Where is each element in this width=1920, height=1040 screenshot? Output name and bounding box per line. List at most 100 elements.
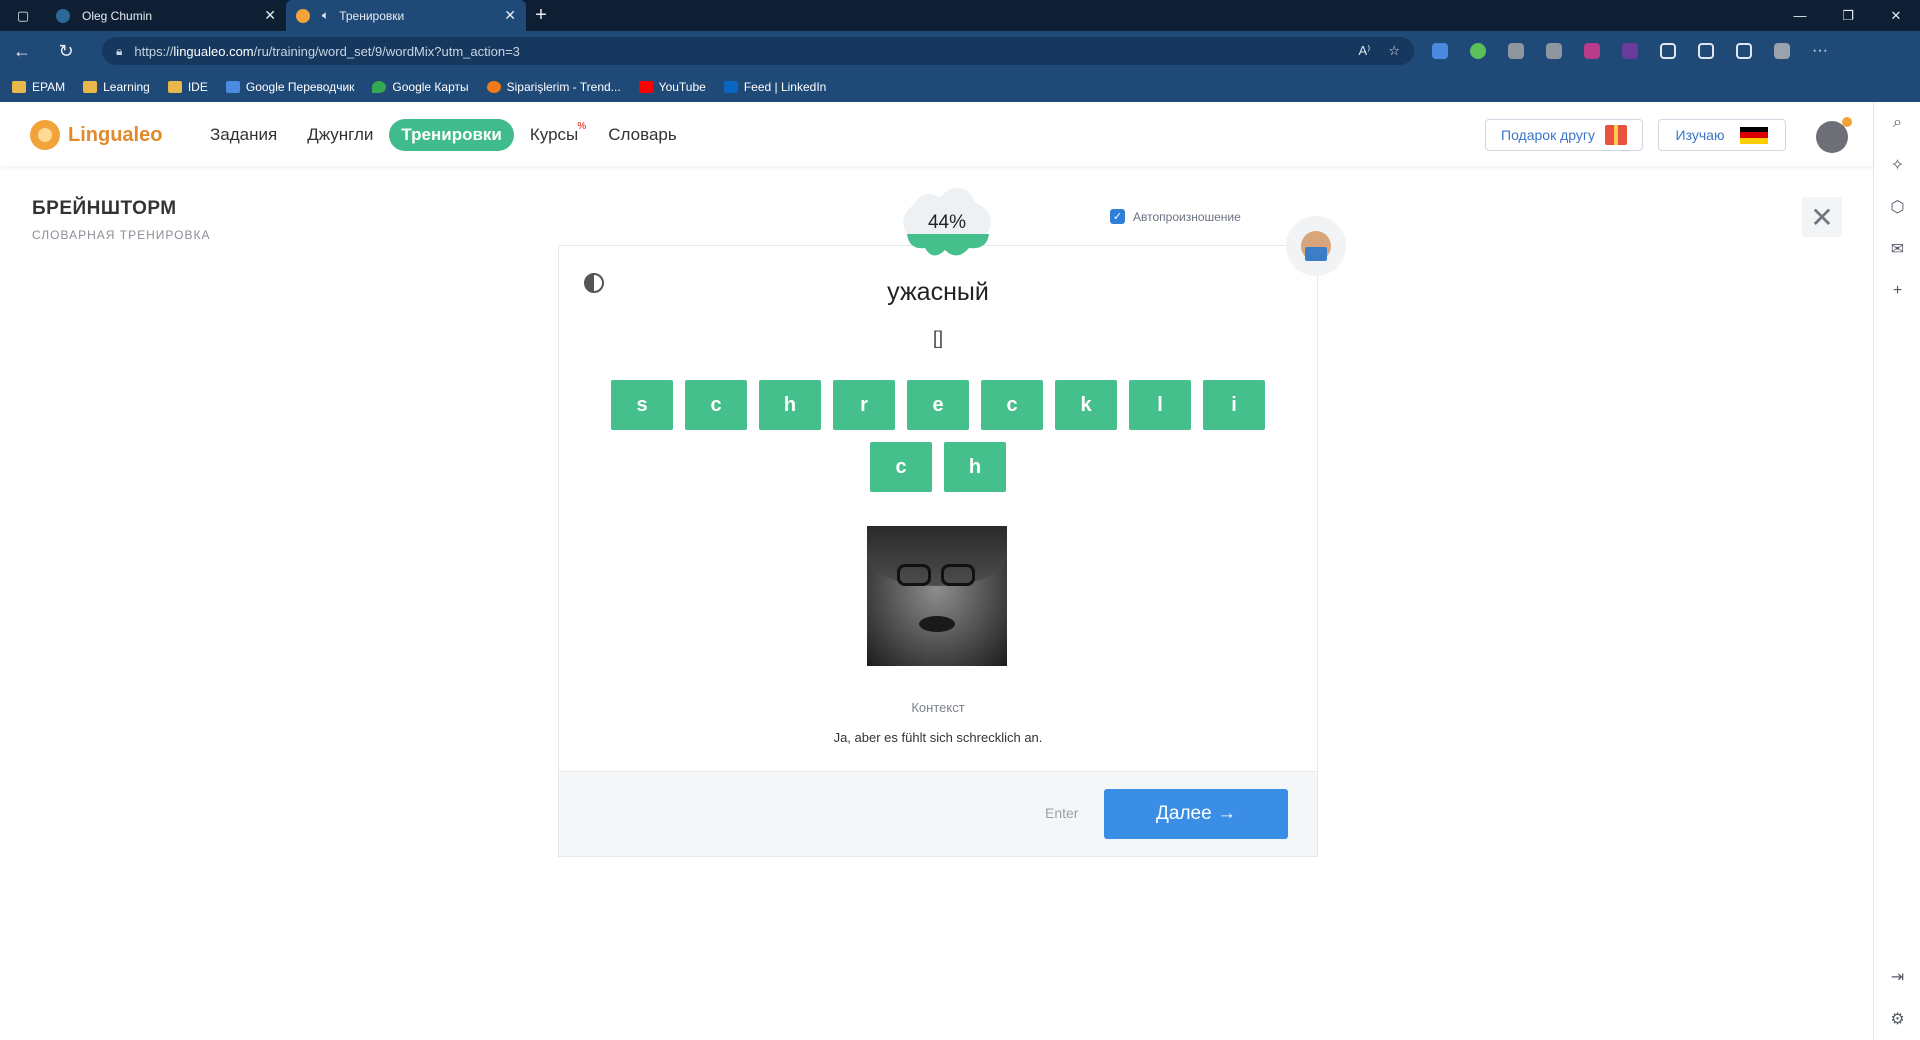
games-icon[interactable]: ⬡: [1874, 186, 1920, 228]
letter-tile[interactable]: r: [833, 380, 895, 430]
collections-icon[interactable]: [1736, 43, 1752, 59]
progress-fill: [907, 234, 989, 256]
translate-extension-icon[interactable]: [1432, 43, 1448, 59]
nav-trainings[interactable]: Тренировки: [389, 119, 514, 151]
progress-cloud: 44%: [903, 188, 991, 256]
page-title: БРЕЙНШТОРМ: [32, 198, 177, 219]
close-training-button[interactable]: ✕: [1802, 197, 1842, 237]
letter-tile[interactable]: k: [1055, 380, 1117, 430]
next-button[interactable]: Далее →: [1104, 789, 1288, 839]
close-window-icon[interactable]: ✕: [1872, 0, 1920, 31]
back-icon[interactable]: ←: [0, 31, 44, 71]
lion-logo-icon: [30, 120, 60, 150]
add-icon[interactable]: +: [1874, 270, 1920, 312]
browser-tab-bar: ▢ Oleg Chumin ✕ 🔈︎ Тренировки ✕ + — ❐ ✕: [0, 0, 1920, 31]
word-illustration-photo: [867, 526, 1007, 666]
folder-icon: [12, 80, 26, 93]
gift-icon: [1605, 125, 1627, 145]
refresh-icon[interactable]: ↻: [44, 31, 88, 71]
photo-glasses-left: [897, 564, 931, 586]
close-tab-icon[interactable]: ✕: [264, 7, 276, 24]
url-field[interactable]: 🔒︎ https://lingualeo.com/ru/training/wor…: [102, 37, 1414, 65]
bookmark-ide[interactable]: IDE: [167, 80, 208, 94]
bookmark-google-translate[interactable]: Google Переводчик: [225, 80, 354, 94]
favorites-icon[interactable]: [1698, 43, 1714, 59]
letter-tile[interactable]: h: [759, 380, 821, 430]
settings-gear-icon[interactable]: ⚙: [1874, 998, 1920, 1040]
bookmark-trendyol[interactable]: Siparişlerim - Trend...: [486, 80, 621, 94]
tab-oleg-chumin[interactable]: Oleg Chumin ✕: [46, 0, 286, 31]
photo-mouth: [919, 616, 955, 632]
extension-icon[interactable]: [1546, 43, 1562, 59]
lingualeo-favicon-icon: [296, 8, 310, 23]
tab-trenirovki[interactable]: 🔈︎ Тренировки ✕: [286, 0, 526, 31]
photo-hair: [867, 526, 1007, 586]
map-pin-icon: [372, 80, 387, 93]
letter-tile[interactable]: l: [1129, 380, 1191, 430]
extension-icon[interactable]: [1622, 43, 1638, 59]
letter-tile[interactable]: c: [870, 442, 932, 492]
copilot-icon[interactable]: ✧: [1874, 144, 1920, 186]
url-prefix: https://: [134, 43, 174, 59]
favorite-star-icon[interactable]: ☆: [1388, 43, 1400, 59]
window-controls: — ❐ ✕: [1776, 0, 1920, 31]
read-aloud-icon[interactable]: A⁾: [1358, 43, 1370, 59]
folder-icon: [167, 80, 182, 93]
bookmark-learning[interactable]: Learning: [83, 80, 150, 94]
extension-icon[interactable]: [1508, 43, 1524, 59]
address-bar-row: ← ↻ 🔒︎ https://lingualeo.com/ru/training…: [0, 31, 1920, 71]
nav-dictionary[interactable]: Словарь: [608, 125, 676, 145]
word-to-translate: ужасный: [887, 278, 989, 306]
search-icon[interactable]: ⌕: [1874, 102, 1920, 144]
speaker-icon[interactable]: 🔈︎: [322, 8, 329, 23]
close-tab-icon[interactable]: ✕: [504, 7, 516, 24]
minimize-icon[interactable]: —: [1776, 0, 1824, 31]
bookmark-linkedin[interactable]: Feed | LinkedIn: [723, 80, 826, 94]
folder-icon: [83, 80, 98, 93]
autopronounce-checkbox[interactable]: ✓ Автопроизношение: [1110, 209, 1241, 224]
site-header: Lingualeo Задания Джунгли Тренировки Кур…: [0, 102, 1873, 166]
nav-tasks[interactable]: Задания: [210, 125, 277, 145]
user-avatar[interactable]: [1816, 117, 1852, 153]
google-translate-icon: [225, 80, 240, 93]
nav-jungle[interactable]: Джунгли: [307, 125, 373, 145]
lock-icon[interactable]: 🔒︎: [116, 44, 122, 59]
gift-friend-button[interactable]: Подарок другу: [1485, 119, 1643, 151]
new-tab-icon[interactable]: +: [526, 0, 556, 31]
mascot-reading-icon: [1301, 231, 1331, 261]
letter-tiles: s c h r e c k l i c h: [558, 380, 1318, 492]
letter-tile[interactable]: s: [611, 380, 673, 430]
youtube-icon: [638, 80, 653, 93]
main-nav: Задания Джунгли Тренировки Курсы% Словар…: [210, 119, 677, 151]
discount-badge: %: [577, 121, 587, 132]
more-menu-icon[interactable]: ···: [1812, 42, 1828, 60]
learning-language-button[interactable]: Изучаю: [1658, 119, 1786, 151]
extension-icon[interactable]: [1584, 43, 1600, 59]
bookmark-epam[interactable]: EPAM: [12, 80, 65, 94]
bookmark-google-maps[interactable]: Google Карты: [372, 80, 469, 94]
letter-tile[interactable]: i: [1203, 380, 1265, 430]
restore-icon[interactable]: ❐: [1824, 0, 1872, 31]
grammar-extension-icon[interactable]: [1470, 43, 1486, 59]
photo-glasses-right: [941, 564, 975, 586]
extensions-puzzle-icon[interactable]: [1660, 43, 1676, 59]
letter-tile[interactable]: e: [907, 380, 969, 430]
letter-tile[interactable]: h: [944, 442, 1006, 492]
german-flag-icon: [1740, 126, 1769, 144]
checkbox-checked-icon[interactable]: ✓: [1110, 209, 1125, 224]
context-sentence: Ja, aber es fühlt sich schrecklich an.: [833, 730, 1043, 745]
nav-courses[interactable]: Курсы%: [530, 121, 586, 145]
bookmark-youtube[interactable]: YouTube: [638, 80, 706, 94]
letter-tile[interactable]: c: [981, 380, 1043, 430]
trendyol-icon: [486, 80, 501, 93]
extensions-bar: ···: [1432, 31, 1828, 71]
url-path: /ru/training/word_set/9/wordMix?utm_acti…: [253, 43, 520, 59]
tab-title: Тренировки: [339, 8, 405, 23]
mascot-avatar: [1286, 216, 1346, 276]
tab-actions-icon[interactable]: ▢: [0, 0, 46, 31]
letter-tile[interactable]: c: [685, 380, 747, 430]
profile-avatar[interactable]: [1774, 43, 1790, 59]
outlook-icon[interactable]: ✉: [1874, 228, 1920, 270]
lingualeo-logo[interactable]: Lingualeo: [30, 120, 162, 150]
hide-sidebar-icon[interactable]: ⇥: [1874, 956, 1920, 998]
